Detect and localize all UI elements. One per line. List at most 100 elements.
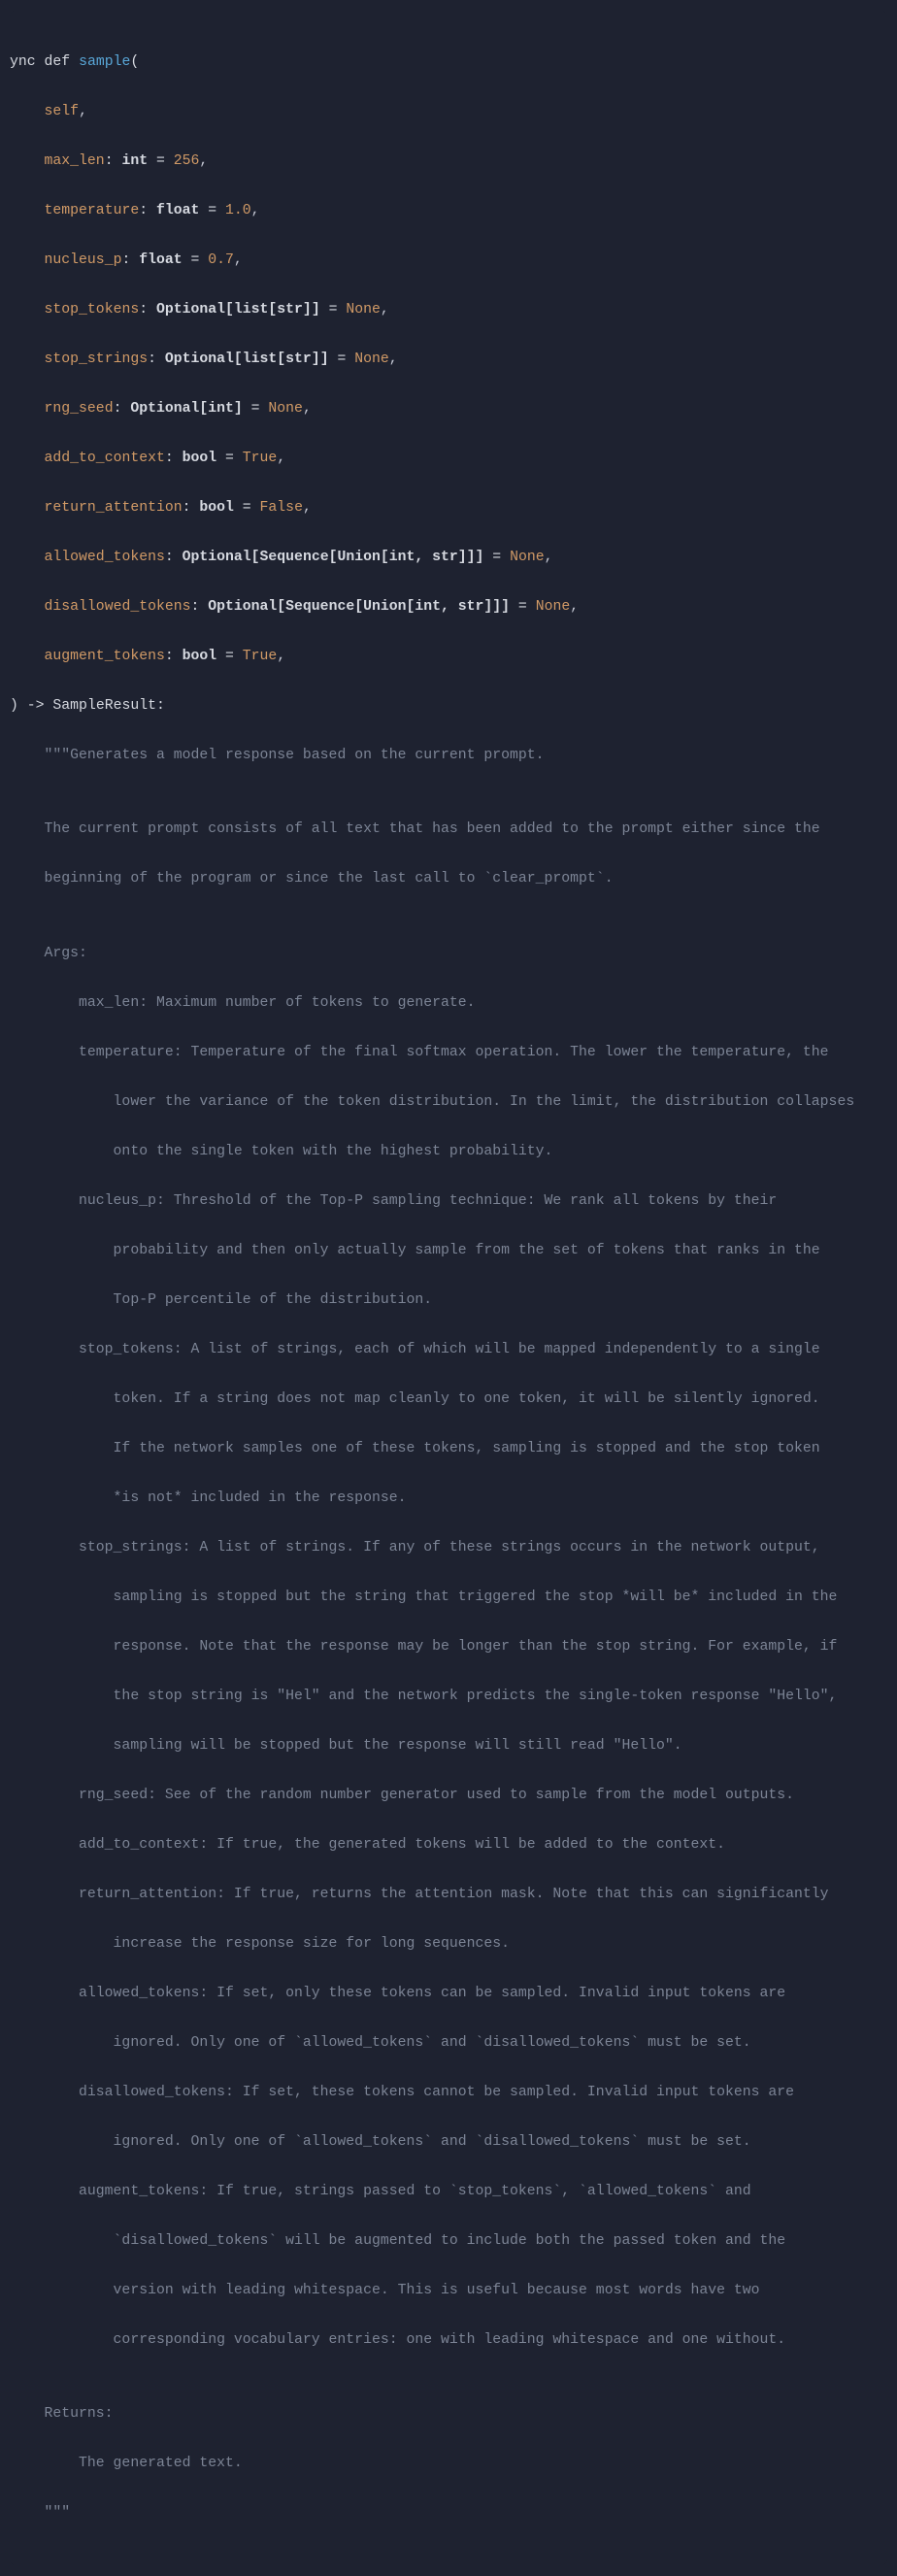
code-line: `disallowed_tokens` will be augmented to…	[10, 2229, 887, 2255]
comma: ,	[570, 599, 579, 615]
code-line: add_to_context: bool = True,	[10, 447, 887, 472]
return-arrow: ->	[18, 698, 53, 714]
code-line: return_attention: bool = False,	[10, 496, 887, 521]
docstring-arg-stop-tokens: stop_tokens: A list of strings, each of …	[10, 1342, 820, 1357]
comma: ,	[303, 401, 312, 417]
code-line: version with leading whitespace. This is…	[10, 2279, 887, 2304]
value-1-0: 1.0	[225, 203, 251, 218]
docstring-arg-augment-tokens: corresponding vocabulary entries: one wi…	[10, 2332, 785, 2348]
code-line: allowed_tokens: If set, only these token…	[10, 1982, 887, 2007]
docstring-arg-nucleus-p: probability and then only actually sampl…	[10, 1243, 820, 1258]
equals: =	[148, 153, 174, 169]
code-line: Returns:	[10, 2402, 887, 2427]
code-line: disallowed_tokens: Optional[Sequence[Uni…	[10, 595, 887, 620]
comma: ,	[234, 252, 243, 268]
equals: =	[320, 302, 347, 318]
code-line: stop_strings: A list of strings. If any …	[10, 1536, 887, 1561]
docstring-close: """	[10, 2505, 70, 2521]
docstring-arg-stop-strings: stop_strings: A list of strings. If any …	[10, 1540, 820, 1556]
code-line: The generated text.	[10, 2452, 887, 2477]
equals: =	[329, 351, 355, 367]
open-paren: (	[130, 54, 139, 70]
docstring-arg-stop-tokens: *is not* included in the response.	[10, 1490, 406, 1506]
docstring-arg-rng-seed: rng_seed: See of the random number gener…	[10, 1788, 794, 1803]
param-augment-tokens: augment_tokens	[45, 649, 165, 664]
docstring-arg-nucleus-p: nucleus_p: Threshold of the Top-P sampli…	[10, 1193, 777, 1209]
equals: =	[216, 649, 243, 664]
docstring-returns-text: The generated text.	[10, 2456, 243, 2471]
colon: :	[139, 302, 156, 318]
docstring-arg-allowed-tokens: allowed_tokens: If set, only these token…	[10, 1986, 785, 2001]
value-0-7: 0.7	[208, 252, 234, 268]
param-rng-seed: rng_seed	[45, 401, 114, 417]
return-type: SampleResult	[52, 698, 156, 714]
docstring-arg-disallowed-tokens: disallowed_tokens: If set, these tokens …	[10, 2085, 794, 2100]
comma: ,	[381, 302, 389, 318]
colon: :	[165, 451, 183, 466]
code-line: augment_tokens: bool = True,	[10, 645, 887, 670]
equals: =	[234, 500, 260, 516]
docstring-arg-disallowed-tokens: ignored. Only one of `allowed_tokens` an…	[10, 2134, 751, 2150]
comma: ,	[389, 351, 398, 367]
indent	[10, 500, 45, 516]
code-line: stop_strings: Optional[list[str]] = None…	[10, 348, 887, 373]
param-max-len: max_len	[45, 153, 105, 169]
type-optional-seq-union: Optional[Sequence[Union[int, str]]]	[208, 599, 510, 615]
docstring-arg-stop-tokens: If the network samples one of these toke…	[10, 1441, 820, 1456]
docstring-arg-temperature: lower the variance of the token distribu…	[10, 1094, 854, 1110]
code-line: nucleus_p: Threshold of the Top-P sampli…	[10, 1189, 887, 1215]
comma: ,	[277, 649, 285, 664]
param-return-attention: return_attention	[45, 500, 183, 516]
code-line: response. Note that the response may be …	[10, 1635, 887, 1660]
code-line: add_to_context: If true, the generated t…	[10, 1833, 887, 1858]
param-stop-tokens: stop_tokens	[45, 302, 140, 318]
indent	[10, 153, 45, 169]
function-name: sample	[79, 54, 130, 70]
colon: :	[183, 500, 200, 516]
comma: ,	[251, 203, 260, 218]
equals: =	[483, 550, 510, 565]
code-line: stop_tokens: Optional[list[str]] = None,	[10, 298, 887, 323]
docstring-returns-header: Returns:	[10, 2406, 114, 2422]
code-line: sampling is stopped but the string that …	[10, 1586, 887, 1611]
comma: ,	[545, 550, 553, 565]
code-line: corresponding vocabulary entries: one wi…	[10, 2328, 887, 2354]
indent	[10, 203, 45, 218]
equals: =	[216, 451, 243, 466]
code-line: nucleus_p: float = 0.7,	[10, 249, 887, 274]
code-line: ync def sample(	[10, 50, 887, 76]
equals: =	[183, 252, 209, 268]
indent	[10, 550, 45, 565]
equals: =	[199, 203, 225, 218]
code-line: """	[10, 2501, 887, 2526]
indent	[10, 599, 45, 615]
docstring-arg-stop-strings: response. Note that the response may be …	[10, 1639, 837, 1655]
value-none: None	[268, 401, 303, 417]
docstring-arg-stop-tokens: token. If a string does not map cleanly …	[10, 1391, 820, 1407]
docstring-arg-augment-tokens: version with leading whitespace. This is…	[10, 2283, 760, 2298]
colon: :	[148, 351, 165, 367]
indent	[10, 451, 45, 466]
code-line: max_len: int = 256,	[10, 150, 887, 175]
code-line: rng_seed: Optional[int] = None,	[10, 397, 887, 422]
docstring-open: """	[10, 748, 70, 763]
code-line: rng_seed: See of the random number gener…	[10, 1784, 887, 1809]
code-line: return_attention: If true, returns the a…	[10, 1883, 887, 1908]
colon: :	[114, 401, 131, 417]
code-line: token. If a string does not map cleanly …	[10, 1388, 887, 1413]
code-line: ignored. Only one of `allowed_tokens` an…	[10, 2031, 887, 2057]
colon: :	[121, 252, 139, 268]
comma: ,	[199, 153, 208, 169]
code-line: max_len: Maximum number of tokens to gen…	[10, 991, 887, 1017]
param-add-to-context: add_to_context	[45, 451, 165, 466]
code-line: the stop string is "Hel" and the network…	[10, 1685, 887, 1710]
param-allowed-tokens: allowed_tokens	[45, 550, 165, 565]
param-stop-strings: stop_strings	[45, 351, 149, 367]
code-line: augment_tokens: If true, strings passed …	[10, 2180, 887, 2205]
colon: :	[190, 599, 208, 615]
comma: ,	[303, 500, 312, 516]
param-temperature: temperature	[45, 203, 140, 218]
value-false: False	[260, 500, 303, 516]
indent	[10, 351, 45, 367]
colon: :	[105, 153, 122, 169]
